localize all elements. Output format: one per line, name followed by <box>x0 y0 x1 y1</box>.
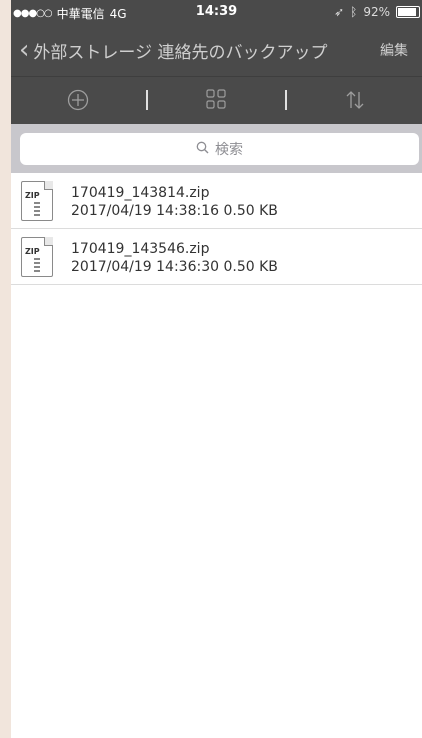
bluetooth-icon: ᛒ <box>350 5 358 19</box>
battery-fill <box>398 8 417 16</box>
file-meta: 2017/04/19 14:36:30 0.50 KB <box>71 259 278 275</box>
add-circle-icon[interactable] <box>67 89 89 116</box>
search-bar: 検索 <box>11 124 422 173</box>
navigation-bar: ‹ 外部ストレージ 連絡先のバックアップ 編集 <box>11 24 422 76</box>
zip-file-icon: ZIP <box>21 181 53 221</box>
file-name: 170419_143546.zip <box>71 241 210 257</box>
zipper-graphic <box>34 202 40 216</box>
search-placeholder: 検索 <box>215 142 243 158</box>
sort-icon[interactable] <box>345 89 365 116</box>
battery-percent: 92% <box>363 5 390 19</box>
edit-button[interactable]: 編集 <box>380 40 408 60</box>
zip-icon-label: ZIP <box>25 247 40 256</box>
battery-icon <box>396 6 420 18</box>
search-input[interactable]: 検索 <box>20 133 419 165</box>
chevron-left-icon[interactable]: ‹ <box>11 37 33 63</box>
app-screen: ●●●○○ 中華電信 4G 14:39 ➶ ᛒ 92% ‹ 外部ストレージ 連絡… <box>11 0 422 738</box>
status-bar: ●●●○○ 中華電信 4G 14:39 ➶ ᛒ 92% <box>11 0 422 24</box>
file-name: 170419_143814.zip <box>71 185 210 201</box>
zip-file-icon: ZIP <box>21 237 53 277</box>
list-item[interactable]: ZIP 170419_143814.zip 2017/04/19 14:38:16 … <box>11 173 422 229</box>
zipper-graphic <box>34 258 40 272</box>
grid-icon[interactable] <box>206 89 226 114</box>
file-list: ZIP 170419_143814.zip 2017/04/19 14:38:16 … <box>11 173 422 285</box>
toolbar-divider <box>285 90 287 110</box>
page-title: 外部ストレージ 連絡先のバックアップ <box>33 42 328 63</box>
toolbar <box>11 76 422 124</box>
list-item[interactable]: ZIP 170419_143546.zip 2017/04/19 14:36:30 … <box>11 229 422 285</box>
status-right: ➶ ᛒ 92% <box>334 5 420 19</box>
zip-icon-label: ZIP <box>25 191 40 200</box>
toolbar-divider <box>146 90 148 110</box>
location-icon: ➶ <box>334 5 345 19</box>
search-icon <box>196 141 209 158</box>
file-meta: 2017/04/19 14:38:16 0.50 KB <box>71 203 278 219</box>
